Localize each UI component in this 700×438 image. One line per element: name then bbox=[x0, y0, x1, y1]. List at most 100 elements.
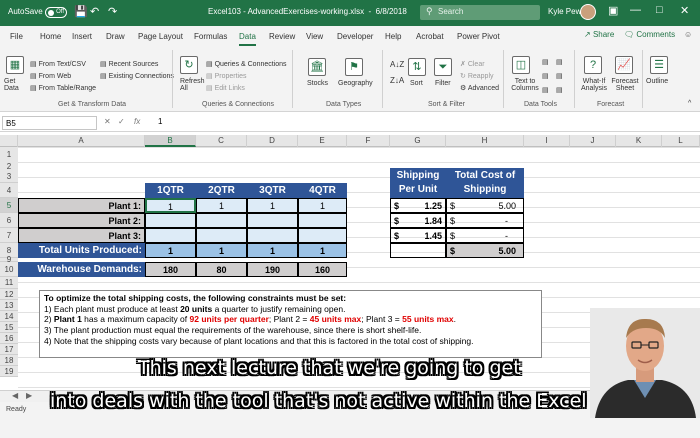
manage-data-model-icon[interactable]: ▤ bbox=[556, 86, 563, 94]
what-if-icon[interactable]: ? bbox=[584, 56, 602, 74]
column-header-h[interactable]: H bbox=[446, 135, 524, 147]
redo-icon[interactable]: ↷ bbox=[108, 5, 117, 18]
reapply-button[interactable]: ↻ Reapply bbox=[460, 72, 494, 80]
column-header-j[interactable]: J bbox=[570, 135, 616, 147]
row-header[interactable]: 7 bbox=[0, 228, 18, 243]
tab-help[interactable]: Help bbox=[385, 32, 401, 41]
close-icon[interactable]: ✕ bbox=[680, 4, 689, 17]
demand-c[interactable]: 80 bbox=[196, 262, 247, 277]
forecast-sheet-icon[interactable]: 📈 bbox=[615, 56, 633, 74]
refresh-icon[interactable]: ↻ bbox=[180, 56, 198, 74]
demand-d[interactable]: 190 bbox=[247, 262, 298, 277]
what-if-analysis-button[interactable]: What-If Analysis bbox=[578, 78, 610, 92]
tab-draw[interactable]: Draw bbox=[106, 32, 125, 41]
maximize-icon[interactable]: □ bbox=[656, 4, 663, 16]
column-header-a[interactable]: A bbox=[18, 135, 145, 147]
tab-developer[interactable]: Developer bbox=[337, 32, 373, 41]
row-header[interactable]: 11 bbox=[0, 277, 18, 289]
tab-view[interactable]: View bbox=[306, 32, 323, 41]
clear-button[interactable]: ✗ Clear bbox=[460, 60, 485, 68]
cell-e7[interactable] bbox=[298, 228, 347, 243]
stocks-icon[interactable]: 🏛 bbox=[308, 58, 326, 76]
minimize-icon[interactable]: — bbox=[630, 4, 641, 16]
cell-c5[interactable]: 1 bbox=[196, 198, 247, 213]
from-web-button[interactable]: ▤ From Web bbox=[30, 72, 71, 80]
tab-acrobat[interactable]: Acrobat bbox=[416, 32, 444, 41]
tab-formulas[interactable]: Formulas bbox=[194, 32, 227, 41]
search-box[interactable]: ⚲ Search bbox=[420, 5, 540, 20]
column-header-d[interactable]: D bbox=[247, 135, 298, 147]
row-header[interactable]: 15 bbox=[0, 322, 18, 333]
recent-sources-button[interactable]: ▤ Recent Sources bbox=[100, 60, 158, 68]
row-header[interactable]: 5 bbox=[0, 198, 18, 213]
cell-d6[interactable] bbox=[247, 213, 298, 228]
shipping-cost-3[interactable]: $ - bbox=[446, 228, 524, 243]
column-header-c[interactable]: C bbox=[196, 135, 247, 147]
insert-function-icon[interactable]: fx bbox=[134, 117, 140, 126]
get-data-button[interactable]: Get Data bbox=[4, 78, 30, 92]
cell-c6[interactable] bbox=[196, 213, 247, 228]
data-validation-icon[interactable]: ▤ bbox=[542, 86, 549, 94]
tab-data[interactable]: Data bbox=[239, 32, 256, 46]
geography-icon[interactable]: ⚑ bbox=[345, 58, 363, 76]
queries-connections-button[interactable]: ▤ Queries & Connections bbox=[206, 60, 287, 68]
stocks-button[interactable]: Stocks bbox=[307, 80, 328, 87]
outline-icon[interactable]: ☰ bbox=[650, 56, 668, 74]
cancel-icon[interactable]: ✕ bbox=[104, 117, 111, 126]
shipping-cost-1[interactable]: $5.00 bbox=[446, 198, 524, 213]
filter-button[interactable]: Filter bbox=[435, 80, 451, 87]
remove-duplicates-icon[interactable]: ▤ bbox=[542, 72, 549, 80]
cell-e5[interactable]: 1 bbox=[298, 198, 347, 213]
shipping-cost-2[interactable]: $ - bbox=[446, 213, 524, 228]
shipping-rate-1[interactable]: $1.25 bbox=[390, 198, 446, 213]
row-header[interactable]: 14 bbox=[0, 311, 18, 322]
edit-links-button[interactable]: ▤ Edit Links bbox=[206, 84, 245, 92]
relationships-icon[interactable]: ▤ bbox=[556, 72, 563, 80]
scroll-right-icon[interactable]: ▶ bbox=[26, 391, 32, 400]
cell-b5[interactable]: 1 bbox=[145, 198, 196, 213]
consolidate-icon[interactable]: ▤ bbox=[556, 58, 563, 66]
outline-button[interactable]: Outline bbox=[646, 78, 668, 85]
sort-icon[interactable]: ⇅ bbox=[408, 58, 426, 76]
column-header-i[interactable]: I bbox=[524, 135, 570, 147]
row-header[interactable]: 12 bbox=[0, 289, 18, 300]
column-header-b[interactable]: B bbox=[145, 135, 196, 147]
autosave-toggle[interactable]: Off bbox=[45, 7, 67, 18]
tab-review[interactable]: Review bbox=[269, 32, 295, 41]
cell-e6[interactable] bbox=[298, 213, 347, 228]
total-d[interactable]: 1 bbox=[247, 243, 298, 258]
share-button[interactable]: ↗ Share bbox=[584, 30, 614, 39]
row-header[interactable]: 4 bbox=[0, 183, 18, 198]
forecast-sheet-button[interactable]: Forecast Sheet bbox=[611, 78, 639, 92]
row-header[interactable]: 13 bbox=[0, 300, 18, 311]
formula-input[interactable]: 1 bbox=[158, 117, 162, 126]
tab-power-pivot[interactable]: Power Pivot bbox=[457, 32, 500, 41]
from-table-button[interactable]: ▤ From Table/Range bbox=[30, 84, 96, 92]
text-to-columns-icon[interactable]: ◫ bbox=[512, 56, 530, 74]
demand-b[interactable]: 180 bbox=[145, 262, 196, 277]
properties-button[interactable]: ▤ Properties bbox=[206, 72, 246, 80]
collapse-ribbon-icon[interactable]: ^ bbox=[688, 100, 691, 107]
tab-file[interactable]: File bbox=[10, 32, 23, 41]
from-text-button[interactable]: ▤ From Text/CSV bbox=[30, 60, 86, 68]
sort-button[interactable]: Sort bbox=[410, 80, 423, 87]
row-header[interactable]: 10 bbox=[0, 262, 18, 277]
column-header-f[interactable]: F bbox=[347, 135, 390, 147]
name-box[interactable]: B5 bbox=[2, 116, 97, 130]
row-header[interactable]: 17 bbox=[0, 344, 18, 355]
sort-az-icon[interactable]: A↓Z bbox=[390, 60, 404, 69]
demand-e[interactable]: 160 bbox=[298, 262, 347, 277]
filter-icon[interactable]: ⏷ bbox=[434, 58, 452, 76]
row-header[interactable]: 16 bbox=[0, 333, 18, 344]
comments-button[interactable]: 🗨 Comments bbox=[624, 30, 675, 39]
get-data-icon[interactable]: ▦ bbox=[6, 56, 24, 74]
refresh-all-button[interactable]: Refresh All bbox=[180, 78, 206, 92]
shipping-total-cost[interactable]: $5.00 bbox=[446, 243, 524, 258]
undo-icon[interactable]: ↶ bbox=[90, 5, 99, 18]
row-header[interactable]: 6 bbox=[0, 213, 18, 228]
cell-c7[interactable] bbox=[196, 228, 247, 243]
row-header[interactable]: 18 bbox=[0, 355, 18, 366]
enter-icon[interactable]: ✓ bbox=[118, 117, 125, 126]
avatar[interactable] bbox=[580, 4, 596, 20]
sort-za-icon[interactable]: Z↓A bbox=[390, 76, 404, 85]
